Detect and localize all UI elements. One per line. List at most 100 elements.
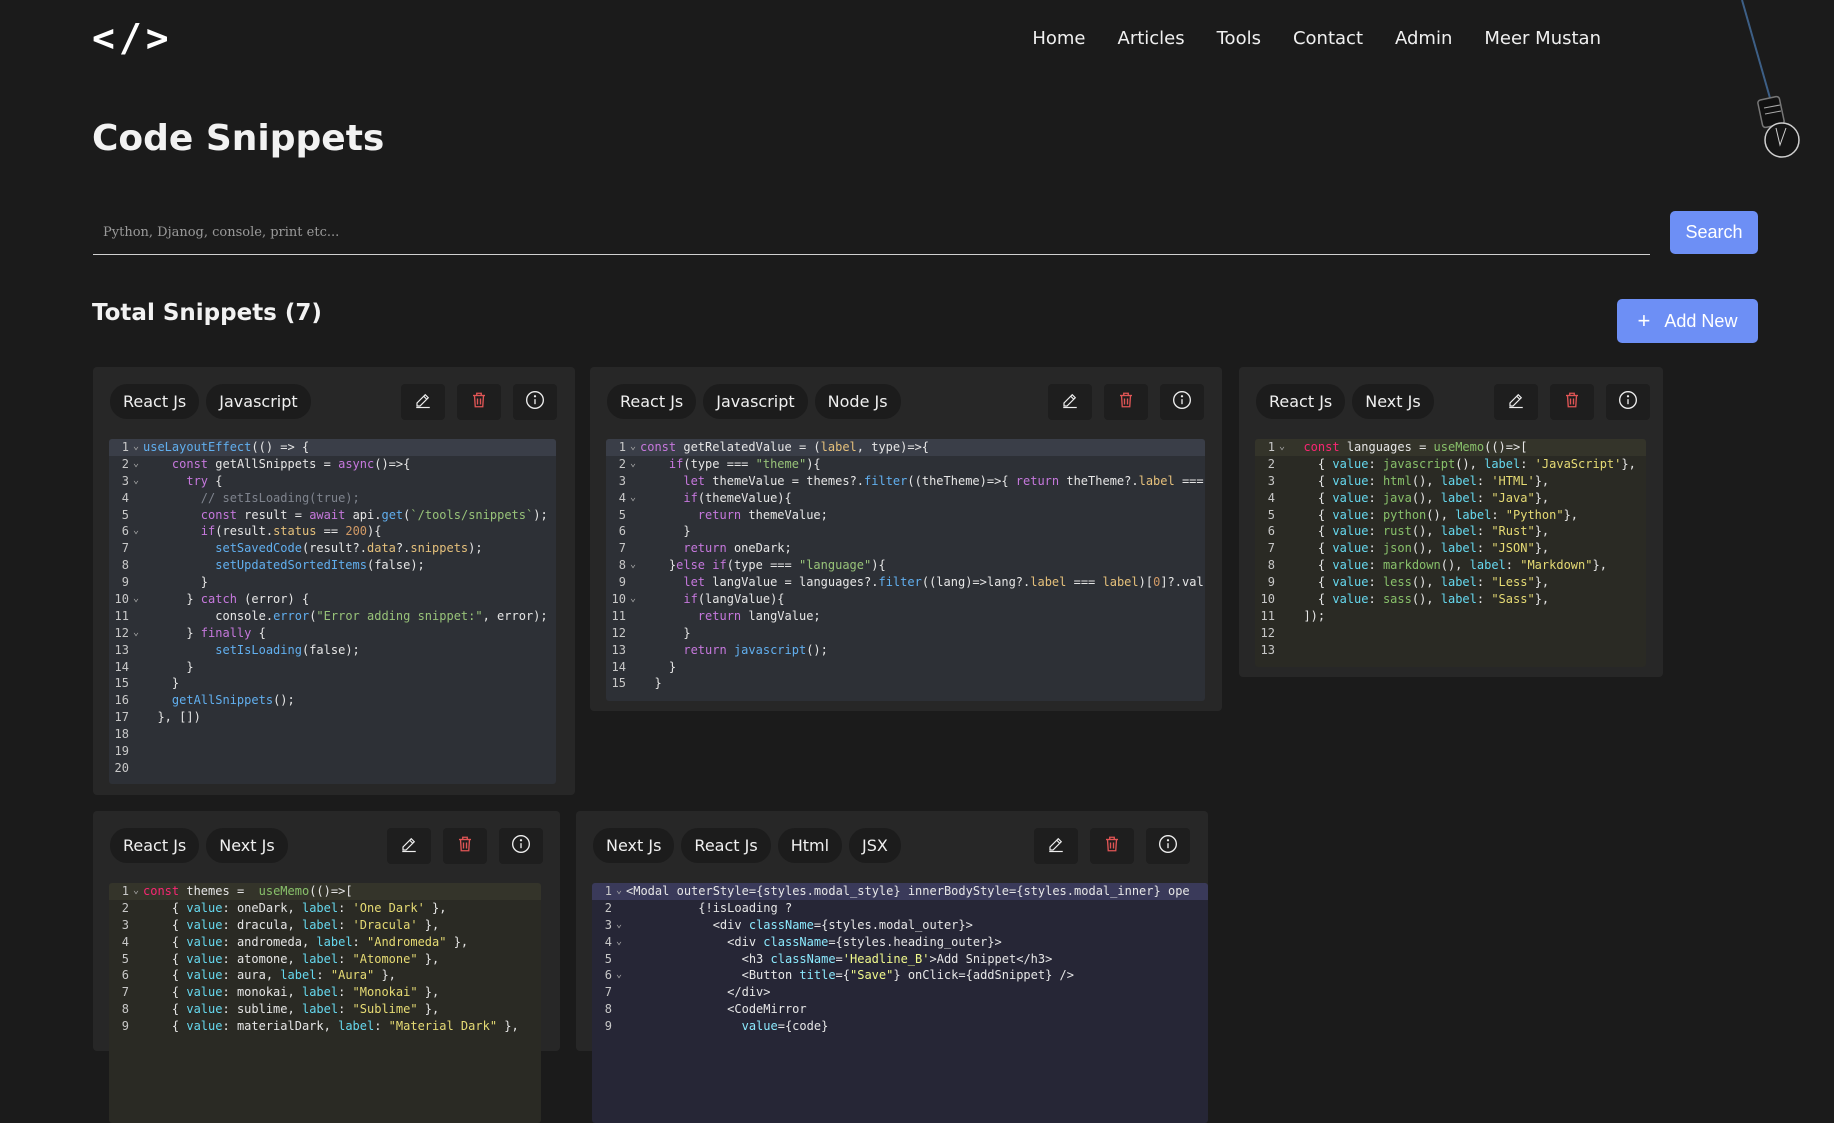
fold-toggle-icon — [612, 1001, 626, 1018]
nav-admin[interactable]: Admin — [1395, 28, 1452, 49]
code-line: 6 ⌄ <Button title={"Save"} onClick={addSn… — [592, 967, 1208, 984]
nav-contact[interactable]: Contact — [1293, 28, 1363, 49]
delete-button[interactable] — [443, 828, 487, 864]
code-text: { value: python(), label: "Python"}, — [1289, 507, 1579, 522]
tag-chip[interactable]: Html — [777, 828, 843, 863]
code-line: 14 } — [606, 659, 1205, 676]
tag-chip[interactable]: React Js — [1256, 384, 1346, 419]
line-number: 14 — [611, 659, 626, 674]
fold-toggle-icon — [129, 967, 143, 984]
info-button[interactable] — [513, 384, 557, 420]
code-editor[interactable]: 1 ⌄ const languages = useMemo(()=>[2 { va… — [1255, 439, 1646, 667]
line-number: 2 — [604, 900, 612, 915]
code-editor[interactable]: 1 ⌄ <Modal outerStyle={styles.modal_style}… — [592, 883, 1208, 1123]
fold-toggle-icon[interactable]: ⌄ — [626, 557, 640, 574]
code-text: { value: andromeda, label: "Andromeda" }… — [143, 934, 469, 949]
code-line: 2 ⌄ if(type === "theme"){ — [606, 456, 1205, 473]
fold-toggle-icon — [129, 608, 143, 625]
line-number: 4 — [604, 934, 612, 949]
code-line: 19 — [109, 743, 556, 760]
snippet-card: React Js Javascript 1 ⌄ useLayoutEffect(() =… — [93, 367, 575, 795]
fold-toggle-icon — [1275, 574, 1289, 591]
fold-toggle-icon[interactable]: ⌄ — [612, 967, 626, 984]
search-button[interactable]: Search — [1670, 211, 1758, 254]
fold-toggle-icon[interactable]: ⌄ — [129, 523, 143, 540]
code-line: 14 } — [109, 659, 556, 676]
code-text: }else if(type === "language"){ — [640, 558, 886, 573]
fold-toggle-icon[interactable]: ⌄ — [129, 439, 143, 456]
tag-chip[interactable]: JSX — [849, 828, 901, 863]
card-actions — [1048, 384, 1204, 420]
line-number: 5 — [121, 507, 129, 522]
lightbulb-toggle-icon[interactable] — [1730, 0, 1830, 170]
code-line: 12 } — [606, 625, 1205, 642]
fold-toggle-icon — [129, 490, 143, 507]
site-logo[interactable]: </> — [92, 16, 173, 60]
edit-button[interactable] — [1034, 828, 1078, 864]
fold-toggle-icon — [129, 642, 143, 659]
fold-toggle-icon[interactable]: ⌄ — [626, 490, 640, 507]
delete-button[interactable] — [1550, 384, 1594, 420]
code-line: 5 { value: atomone, label: "Atomone" }, — [109, 951, 541, 968]
edit-button[interactable] — [387, 828, 431, 864]
fold-toggle-icon — [129, 984, 143, 1001]
tag-chip[interactable]: React Js — [110, 828, 200, 863]
tag-chip[interactable]: Javascript — [703, 384, 808, 419]
tag-chip[interactable]: React Js — [110, 384, 200, 419]
fold-toggle-icon[interactable]: ⌄ — [612, 934, 626, 951]
code-line: 7 setSavedCode(result?.data?.snippets); — [109, 540, 556, 557]
code-text: { value: html(), label: 'HTML'}, — [1289, 473, 1550, 488]
code-editor[interactable]: 1 ⌄ const getRelatedValue = (label, type)=… — [606, 439, 1205, 701]
tag-chip[interactable]: Next Js — [206, 828, 288, 863]
fold-toggle-icon[interactable]: ⌄ — [612, 883, 626, 900]
fold-toggle-icon[interactable]: ⌄ — [129, 883, 143, 900]
code-line: 15 } — [109, 675, 556, 692]
info-icon — [1158, 834, 1178, 858]
fold-toggle-icon[interactable]: ⌄ — [129, 625, 143, 642]
code-line: 3 { value: dracula, label: 'Dracula' }, — [109, 917, 541, 934]
nav-tools[interactable]: Tools — [1217, 28, 1261, 49]
code-line: 11 ]); — [1255, 608, 1646, 625]
code-editor[interactable]: 1 ⌄ useLayoutEffect(() => {2 ⌄ const getAll… — [109, 439, 556, 784]
line-number: 2 — [121, 900, 129, 915]
tag-chip[interactable]: Next Js — [1352, 384, 1434, 419]
info-button[interactable] — [1146, 828, 1190, 864]
fold-toggle-icon[interactable]: ⌄ — [129, 456, 143, 473]
search-input[interactable] — [93, 211, 1650, 254]
nav-home[interactable]: Home — [1032, 28, 1085, 49]
tag-chip[interactable]: React Js — [607, 384, 697, 419]
code-line: 10 ⌄ } catch (error) { — [109, 591, 556, 608]
add-new-button[interactable]: + Add New — [1617, 299, 1758, 343]
line-number: 1 — [604, 884, 612, 898]
nav-user[interactable]: Meer Mustan — [1484, 28, 1601, 49]
fold-toggle-icon[interactable]: ⌄ — [626, 591, 640, 608]
nav-articles[interactable]: Articles — [1118, 28, 1185, 49]
info-button[interactable] — [499, 828, 543, 864]
delete-button[interactable] — [1090, 828, 1134, 864]
edit-button[interactable] — [401, 384, 445, 420]
tag-chip[interactable]: Next Js — [593, 828, 675, 863]
delete-button[interactable] — [1104, 384, 1148, 420]
code-text: { value: json(), label: "JSON"}, — [1289, 541, 1550, 556]
fold-toggle-icon[interactable]: ⌄ — [626, 439, 640, 456]
tag-chip[interactable]: Node Js — [814, 384, 901, 419]
tag-chip[interactable]: React Js — [681, 828, 771, 863]
code-line: 4 { value: andromeda, label: "Andromeda"… — [109, 934, 541, 951]
fold-toggle-icon[interactable]: ⌄ — [1275, 439, 1289, 456]
line-number: 17 — [114, 710, 129, 725]
code-text: if(langValue){ — [683, 592, 785, 607]
page-title: Code Snippets — [92, 118, 385, 159]
fold-toggle-icon[interactable]: ⌄ — [612, 917, 626, 934]
edit-button[interactable] — [1494, 384, 1538, 420]
info-button[interactable] — [1606, 384, 1650, 420]
tag-chip[interactable]: Javascript — [206, 384, 311, 419]
code-line: 8 setUpdatedSortedItems(false); — [109, 557, 556, 574]
info-button[interactable] — [1160, 384, 1204, 420]
fold-toggle-icon[interactable]: ⌄ — [626, 456, 640, 473]
fold-toggle-icon[interactable]: ⌄ — [129, 591, 143, 608]
code-editor[interactable]: 1 ⌄ const themes = useMemo(()=>[2 { value:… — [109, 883, 541, 1123]
fold-toggle-icon[interactable]: ⌄ — [129, 473, 143, 490]
edit-button[interactable] — [1048, 384, 1092, 420]
code-line: 11 return langValue; — [606, 608, 1205, 625]
delete-button[interactable] — [457, 384, 501, 420]
